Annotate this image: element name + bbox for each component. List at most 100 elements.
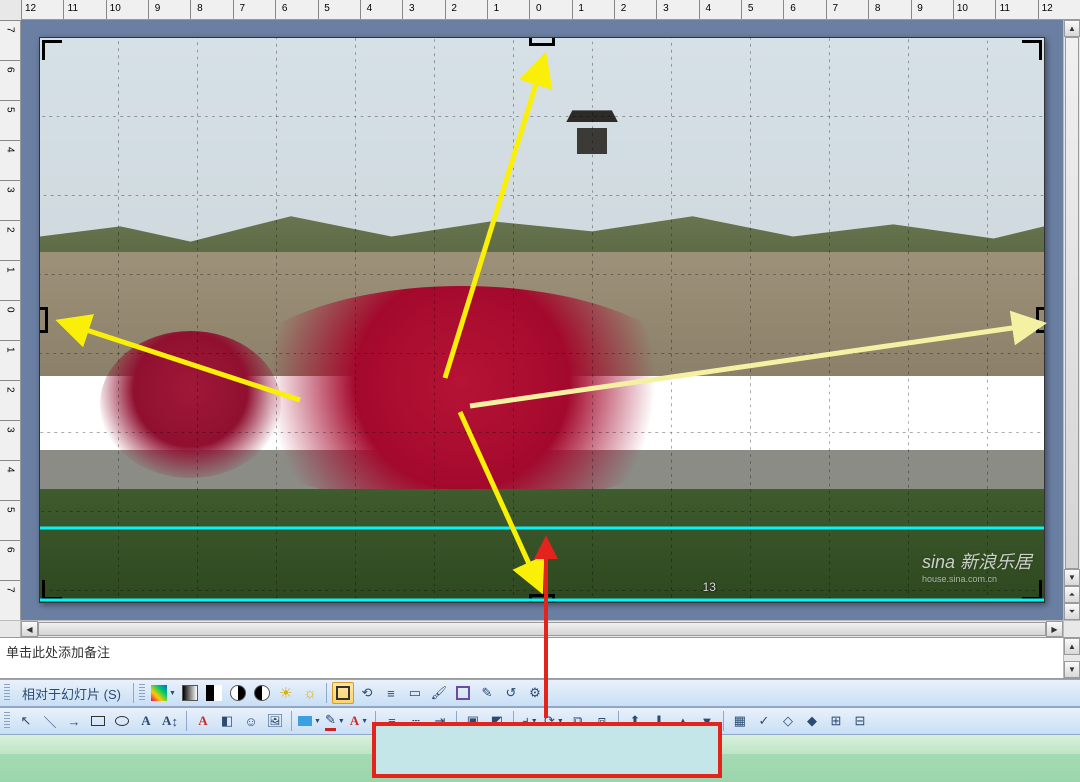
crop-handle-b[interactable] — [529, 594, 555, 602]
watermark-main: sina 新浪乐居 — [922, 552, 1032, 572]
more-contrast-button[interactable] — [227, 682, 249, 704]
relative-to-slide-button[interactable]: 相对于幻灯片 (S) — [15, 682, 128, 704]
fill-color-button[interactable]: ▼ — [297, 710, 322, 732]
next-slide-button[interactable]: ⏷ — [1064, 603, 1080, 620]
arrow-tool[interactable]: → — [63, 710, 85, 732]
ellipse-tool[interactable] — [111, 710, 133, 732]
ruler-v-tick: 6 — [0, 60, 20, 78]
ruler-v-tick: 4 — [0, 460, 20, 478]
relative-to-slide-label: 相对于幻灯片 (S) — [22, 684, 121, 703]
scroll-left-button[interactable]: ◀ — [21, 621, 38, 637]
crop-handle-l[interactable] — [40, 307, 48, 333]
crop-handle-r[interactable] — [1036, 307, 1044, 333]
reset-picture-button[interactable]: ↺ — [500, 682, 522, 704]
black-white-button[interactable] — [203, 682, 225, 704]
vertical-text-tool[interactable]: A↕ — [159, 710, 181, 732]
crop-handle-tl[interactable] — [42, 40, 62, 60]
ruler-h-tick: 7 — [233, 0, 251, 19]
ruler-v-tick: 5 — [0, 500, 20, 518]
vertical-scrollbar[interactable]: ▲ ▼ ⏶ ⏷ — [1063, 20, 1080, 620]
ruler-h-tick: 8 — [868, 0, 886, 19]
ruler-h-tick: 7 — [826, 0, 844, 19]
recolor-button[interactable]: 🖌 — [428, 682, 450, 704]
ruler-v-tick: 5 — [0, 100, 20, 118]
notes-scroll-down[interactable]: ▼ — [1064, 661, 1080, 678]
extra-1-button[interactable]: ◇ — [777, 710, 799, 732]
ruler-h-tick: 3 — [402, 0, 420, 19]
transparent-color-button[interactable]: ✎ — [476, 682, 498, 704]
scroll-up-button[interactable]: ▲ — [1064, 20, 1080, 37]
blossom-tree-graphic — [221, 286, 703, 500]
slide-image[interactable]: sina 新浪乐居 house.sina.com.cn 13 — [40, 38, 1044, 602]
ruler-h-tick: 2 — [614, 0, 632, 19]
extra-2-button[interactable]: ◆ — [801, 710, 823, 732]
horizontal-scrollbar[interactable]: ◀ ▶ — [21, 621, 1063, 637]
ruler-v-tick: 2 — [0, 380, 20, 398]
format-picture-button[interactable] — [452, 682, 474, 704]
crop-handle-br[interactable] — [1022, 580, 1042, 600]
scroll-thumb-h[interactable] — [38, 622, 1046, 636]
ruler-v-tick: 4 — [0, 140, 20, 158]
ruler-h-tick: 11 — [995, 0, 1013, 19]
insert-clipart-button[interactable]: ☺ — [240, 710, 262, 732]
less-brightness-button[interactable]: ☼ — [299, 682, 321, 704]
toolbar-grip[interactable] — [4, 684, 10, 702]
crop-button[interactable] — [332, 682, 354, 704]
ruler-h-tick: 8 — [190, 0, 208, 19]
crop-handle-bl[interactable] — [42, 580, 62, 600]
crop-handle-t[interactable] — [529, 38, 555, 46]
compress-picture-button[interactable]: ▭ — [404, 682, 426, 704]
ruler-v-tick: 6 — [0, 540, 20, 558]
rotate-left-button[interactable]: ⟲ — [356, 682, 378, 704]
grayscale-button[interactable] — [179, 682, 201, 704]
ruler-h-tick: 12 — [21, 0, 39, 19]
ruler-v-tick: 3 — [0, 420, 20, 438]
ruler-h-tick: 4 — [360, 0, 378, 19]
line-color-button[interactable]: ✎▼ — [324, 710, 346, 732]
ruler-h-tick: 9 — [148, 0, 166, 19]
ruler-v-tick: 0 — [0, 300, 20, 318]
scroll-right-button[interactable]: ▶ — [1046, 621, 1063, 637]
pagoda-graphic — [562, 94, 622, 154]
ruler-v-tick: 2 — [0, 220, 20, 238]
slide-page-number: 13 — [703, 580, 716, 594]
notes-placeholder: 单击此处添加备注 — [6, 645, 110, 660]
font-color-button[interactable]: A▼ — [348, 710, 370, 732]
notes-scrollbar[interactable]: ▲ ▼ — [1063, 638, 1080, 678]
ruler-v-tick: 7 — [0, 580, 20, 598]
ruler-v-tick: 7 — [0, 20, 20, 38]
insert-picture-button[interactable]: 🖼 — [264, 710, 286, 732]
ruler-v-tick: 3 — [0, 180, 20, 198]
color-menu-button[interactable]: ▼ — [150, 682, 177, 704]
drawing-grip[interactable] — [4, 712, 10, 730]
watermark: sina 新浪乐居 house.sina.com.cn — [922, 548, 1032, 584]
toolbar-grip-2[interactable] — [139, 684, 145, 702]
notes-scroll-up[interactable]: ▲ — [1064, 638, 1080, 655]
line-style-button[interactable]: ≡ — [380, 682, 402, 704]
rectangle-tool[interactable] — [87, 710, 109, 732]
scroll-thumb-v[interactable] — [1065, 37, 1079, 569]
scroll-down-button[interactable]: ▼ — [1064, 569, 1080, 586]
extra-3-button[interactable]: ⊞ — [825, 710, 847, 732]
less-contrast-button[interactable] — [251, 682, 273, 704]
callout-highlight-box — [372, 722, 722, 778]
crop-handle-tr[interactable] — [1022, 40, 1042, 60]
ruler-h-tick: 3 — [656, 0, 674, 19]
insert-wordart-button[interactable]: A — [192, 710, 214, 732]
extra-4-button[interactable]: ⊟ — [849, 710, 871, 732]
grid-button[interactable]: ▦ — [729, 710, 751, 732]
insert-diagram-button[interactable]: ◧ — [216, 710, 238, 732]
snap-button[interactable]: ✓ — [753, 710, 775, 732]
ruler-h-tick: 10 — [953, 0, 971, 19]
textbox-tool[interactable]: A — [135, 710, 157, 732]
notes-pane[interactable]: 单击此处添加备注 ▲ ▼ — [0, 637, 1080, 679]
more-brightness-button[interactable]: ☀ — [275, 682, 297, 704]
slide[interactable]: sina 新浪乐居 house.sina.com.cn 13 — [39, 37, 1045, 603]
ruler-h-tick: 1 — [572, 0, 590, 19]
more-picture-button[interactable]: ⚙ — [524, 682, 546, 704]
line-tool[interactable]: ＼ — [39, 710, 61, 732]
slide-stage[interactable]: sina 新浪乐居 house.sina.com.cn 13 — [21, 20, 1063, 620]
select-tool[interactable]: ↖ — [15, 710, 37, 732]
ruler-h-tick: 6 — [783, 0, 801, 19]
prev-slide-button[interactable]: ⏶ — [1064, 586, 1080, 603]
